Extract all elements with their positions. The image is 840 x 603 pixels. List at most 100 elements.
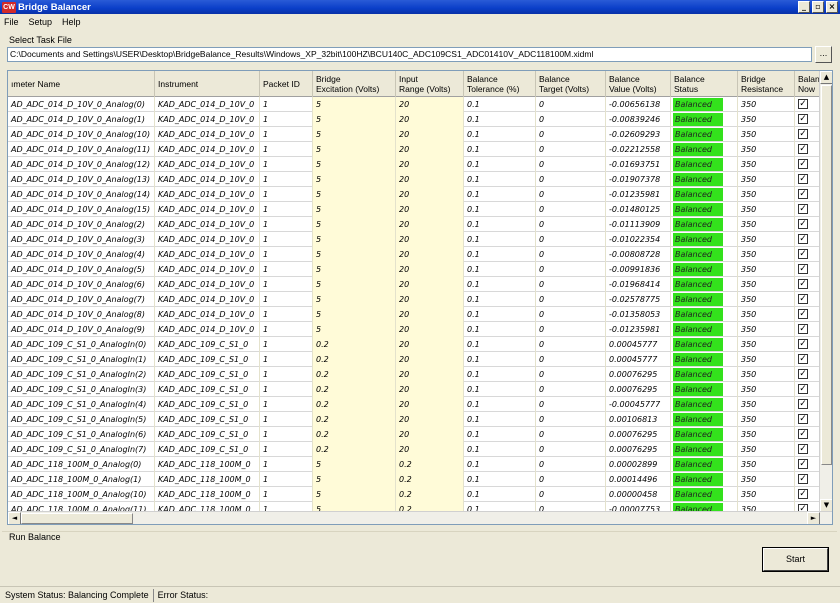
cell-input-range[interactable]: 20 <box>396 97 464 112</box>
cell-bridge-excitation[interactable]: 5 <box>313 157 396 172</box>
table-row[interactable]: AD_ADC_109_C_S1_0_AnalogIn(5) KAD_ADC_109… <box>8 412 820 427</box>
column-header-balance-tolerance[interactable]: Balance Tolerance (%) <box>464 71 536 97</box>
cell-bridge-excitation[interactable]: 5 <box>313 472 396 487</box>
cell-input-range[interactable]: 20 <box>396 157 464 172</box>
cell-input-range[interactable]: 20 <box>396 367 464 382</box>
table-row[interactable]: AD_ADC_014_D_10V_0_Analog(5) KAD_ADC_014_… <box>8 262 820 277</box>
balance-now-checkbox[interactable]: ✓ <box>798 204 808 214</box>
close-icon[interactable]: × <box>826 1 838 13</box>
maximize-icon[interactable]: ▫ <box>812 1 824 13</box>
table-row[interactable]: AD_ADC_014_D_10V_0_Analog(2) KAD_ADC_014_… <box>8 217 820 232</box>
cell-balance-now[interactable]: ✓ <box>795 127 820 142</box>
balance-now-checkbox[interactable]: ✓ <box>798 264 808 274</box>
cell-balance-now[interactable]: ✓ <box>795 172 820 187</box>
column-header-input-range[interactable]: Input Range (Volts) <box>396 71 464 97</box>
balance-now-checkbox[interactable]: ✓ <box>798 474 808 484</box>
balance-now-checkbox[interactable]: ✓ <box>798 414 808 424</box>
balance-now-checkbox[interactable]: ✓ <box>798 339 808 349</box>
balance-now-checkbox[interactable]: ✓ <box>798 114 808 124</box>
vertical-scrollbar[interactable]: ▲ ▼ <box>819 71 832 512</box>
cell-balance-now[interactable]: ✓ <box>795 472 820 487</box>
cell-balance-now[interactable]: ✓ <box>795 487 820 502</box>
cell-input-range[interactable]: 0.2 <box>396 457 464 472</box>
balance-now-checkbox[interactable]: ✓ <box>798 249 808 259</box>
column-header-bridge-resistance[interactable]: Bridge Resistance <box>738 71 795 97</box>
cell-bridge-excitation[interactable]: 5 <box>313 172 396 187</box>
column-header-balance-target[interactable]: Balance Target (Volts) <box>536 71 606 97</box>
cell-input-range[interactable]: 20 <box>396 247 464 262</box>
cell-bridge-excitation[interactable]: 5 <box>313 97 396 112</box>
cell-input-range[interactable]: 20 <box>396 172 464 187</box>
cell-input-range[interactable]: 20 <box>396 397 464 412</box>
table-row[interactable]: AD_ADC_014_D_10V_0_Analog(11) KAD_ADC_014… <box>8 142 820 157</box>
cell-input-range[interactable]: 20 <box>396 352 464 367</box>
cell-input-range[interactable]: 20 <box>396 337 464 352</box>
cell-bridge-excitation[interactable]: 5 <box>313 217 396 232</box>
cell-bridge-excitation[interactable]: 0.2 <box>313 352 396 367</box>
table-row[interactable]: AD_ADC_014_D_10V_0_Analog(13) KAD_ADC_014… <box>8 172 820 187</box>
balance-now-checkbox[interactable]: ✓ <box>798 159 808 169</box>
column-header-bridge-excitation[interactable]: Bridge Excitation (Volts) <box>313 71 396 97</box>
table-row[interactable]: AD_ADC_014_D_10V_0_Analog(1) KAD_ADC_014_… <box>8 112 820 127</box>
balance-now-checkbox[interactable]: ✓ <box>798 399 808 409</box>
cell-bridge-excitation[interactable]: 0.2 <box>313 412 396 427</box>
table-row[interactable]: AD_ADC_109_C_S1_0_AnalogIn(3) KAD_ADC_109… <box>8 382 820 397</box>
menu-file[interactable]: File <box>4 17 19 27</box>
table-row[interactable]: AD_ADC_109_C_S1_0_AnalogIn(0) KAD_ADC_109… <box>8 337 820 352</box>
column-header-instrument[interactable]: Instrument <box>155 71 260 97</box>
cell-bridge-excitation[interactable]: 0.2 <box>313 382 396 397</box>
column-header-balance-now[interactable]: Balan Now <box>795 71 820 97</box>
cell-bridge-excitation[interactable]: 5 <box>313 277 396 292</box>
horizontal-scrollbar[interactable]: ◄ ► <box>8 511 832 524</box>
cell-balance-now[interactable]: ✓ <box>795 322 820 337</box>
table-row[interactable]: AD_ADC_014_D_10V_0_Analog(10) KAD_ADC_014… <box>8 127 820 142</box>
balance-now-checkbox[interactable]: ✓ <box>798 384 808 394</box>
cell-input-range[interactable]: 20 <box>396 427 464 442</box>
cell-balance-now[interactable]: ✓ <box>795 232 820 247</box>
table-row[interactable]: AD_ADC_109_C_S1_0_AnalogIn(7) KAD_ADC_109… <box>8 442 820 457</box>
balance-now-checkbox[interactable]: ✓ <box>798 219 808 229</box>
cell-input-range[interactable]: 20 <box>396 277 464 292</box>
cell-balance-now[interactable]: ✓ <box>795 157 820 172</box>
cell-balance-now[interactable]: ✓ <box>795 247 820 262</box>
table-row[interactable]: AD_ADC_014_D_10V_0_Analog(4) KAD_ADC_014_… <box>8 247 820 262</box>
menu-setup[interactable]: Setup <box>29 17 53 27</box>
cell-balance-now[interactable]: ✓ <box>795 97 820 112</box>
table-row[interactable]: AD_ADC_014_D_10V_0_Analog(9) KAD_ADC_014_… <box>8 322 820 337</box>
cell-bridge-excitation[interactable]: 5 <box>313 307 396 322</box>
cell-bridge-excitation[interactable]: 5 <box>313 112 396 127</box>
cell-bridge-excitation[interactable]: 5 <box>313 247 396 262</box>
column-header-parameter-name[interactable]: ımeter Name <box>8 71 155 97</box>
balance-now-checkbox[interactable]: ✓ <box>798 279 808 289</box>
cell-balance-now[interactable]: ✓ <box>795 217 820 232</box>
cell-input-range[interactable]: 20 <box>396 262 464 277</box>
cell-balance-now[interactable]: ✓ <box>795 202 820 217</box>
cell-input-range[interactable]: 20 <box>396 442 464 457</box>
column-header-balance-value[interactable]: Balance Value (Volts) <box>606 71 671 97</box>
balance-now-checkbox[interactable]: ✓ <box>798 459 808 469</box>
cell-bridge-excitation[interactable]: 0.2 <box>313 397 396 412</box>
cell-balance-now[interactable]: ✓ <box>795 412 820 427</box>
cell-bridge-excitation[interactable]: 0.2 <box>313 427 396 442</box>
cell-input-range[interactable]: 20 <box>396 412 464 427</box>
balance-now-checkbox[interactable]: ✓ <box>798 309 808 319</box>
table-row[interactable]: AD_ADC_014_D_10V_0_Analog(6) KAD_ADC_014_… <box>8 277 820 292</box>
table-row[interactable]: AD_ADC_014_D_10V_0_Analog(0) KAD_ADC_014_… <box>8 97 820 112</box>
table-row[interactable]: AD_ADC_014_D_10V_0_Analog(14) KAD_ADC_014… <box>8 187 820 202</box>
balance-now-checkbox[interactable]: ✓ <box>798 99 808 109</box>
balance-now-checkbox[interactable]: ✓ <box>798 444 808 454</box>
table-row[interactable]: AD_ADC_118_100M_0_Analog(0) KAD_ADC_118_1… <box>8 457 820 472</box>
cell-bridge-excitation[interactable]: 5 <box>313 232 396 247</box>
cell-bridge-excitation[interactable]: 5 <box>313 457 396 472</box>
cell-balance-now[interactable]: ✓ <box>795 307 820 322</box>
cell-input-range[interactable]: 20 <box>396 187 464 202</box>
balance-now-checkbox[interactable]: ✓ <box>798 144 808 154</box>
cell-bridge-excitation[interactable]: 5 <box>313 292 396 307</box>
task-file-path-field[interactable]: C:\Documents and Settings\USER\Desktop\B… <box>7 47 812 62</box>
cell-bridge-excitation[interactable]: 0.2 <box>313 337 396 352</box>
balance-now-checkbox[interactable]: ✓ <box>798 324 808 334</box>
balance-now-checkbox[interactable]: ✓ <box>798 354 808 364</box>
cell-balance-now[interactable]: ✓ <box>795 427 820 442</box>
balance-now-checkbox[interactable]: ✓ <box>798 189 808 199</box>
table-row[interactable]: AD_ADC_109_C_S1_0_AnalogIn(1) KAD_ADC_109… <box>8 352 820 367</box>
